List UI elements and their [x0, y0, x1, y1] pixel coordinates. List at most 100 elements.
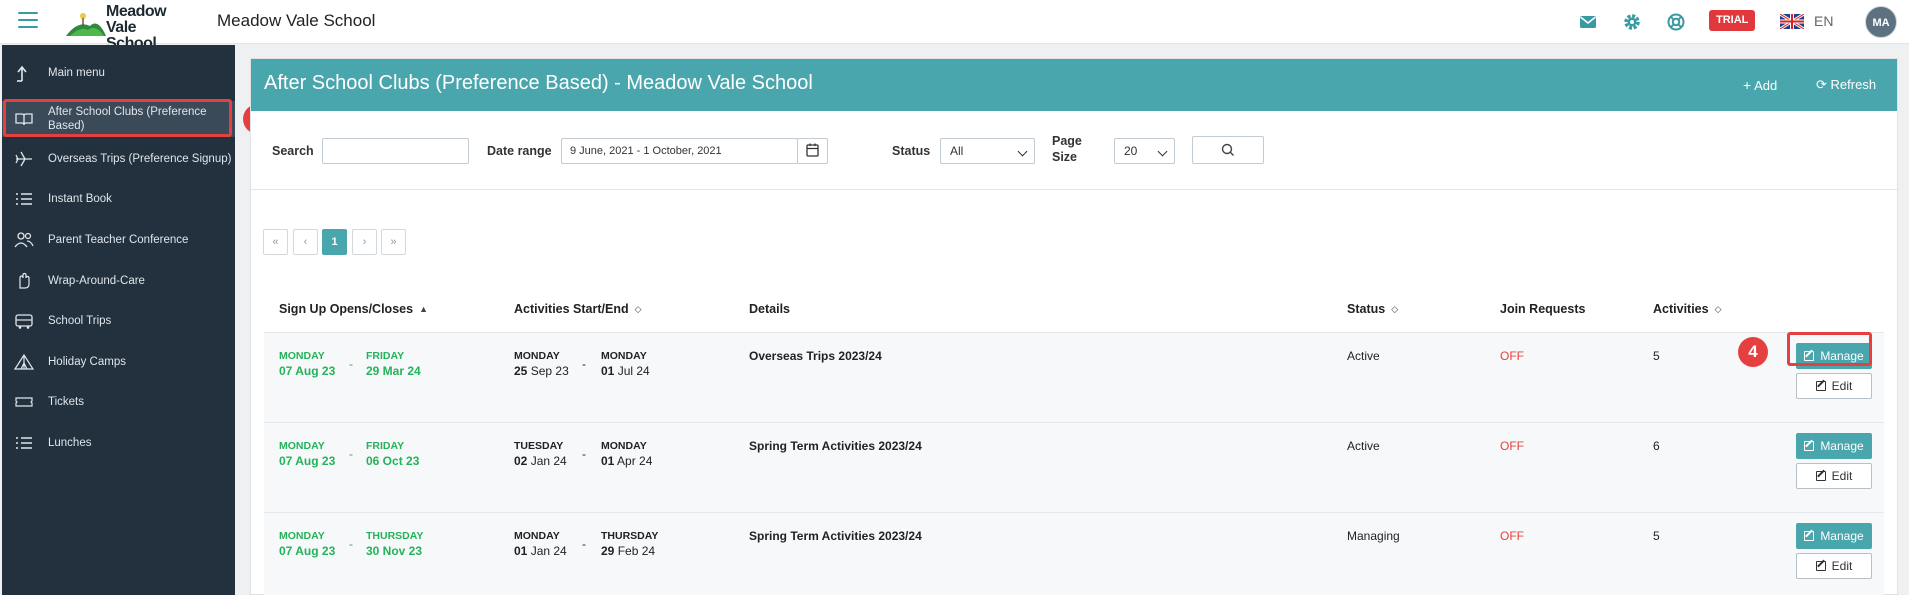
plane-icon	[15, 151, 32, 167]
sidebar-item-holiday-camps[interactable]: Holiday Camps	[2, 344, 235, 380]
refresh-icon: ⟳	[1816, 77, 1827, 92]
sort-asc-icon: ▲	[419, 304, 428, 314]
row-status: Active	[1347, 439, 1380, 453]
signup-close-date: THURSDAY 30 Nov 23	[366, 530, 424, 558]
column-header-signup[interactable]: Sign Up Opens/Closes ▲	[279, 302, 428, 316]
signup-close-date: FRIDAY 29 Mar 24	[366, 350, 421, 378]
page-1-button[interactable]: 1	[322, 229, 347, 255]
signup-open-date: MONDAY 07 Aug 23	[279, 350, 336, 378]
arrow-up-icon	[17, 65, 27, 82]
column-header-join-requests: Join Requests	[1500, 302, 1586, 316]
hamburger-menu-icon[interactable]	[18, 12, 38, 28]
hand-icon	[19, 272, 30, 289]
row-details[interactable]: Spring Term Activities 2023/24	[749, 439, 922, 453]
language-selector[interactable]: EN	[1814, 13, 1833, 29]
sidebar-item-lunches[interactable]: Lunches	[2, 425, 235, 461]
activity-start-date: MONDAY 25 Sep 23	[514, 350, 569, 378]
date-range-label: Date range	[487, 144, 552, 158]
row-join-requests: OFF	[1500, 529, 1524, 543]
gear-icon[interactable]	[1622, 12, 1642, 32]
edit-icon	[1804, 441, 1815, 451]
page-size-select[interactable]: 20	[1114, 138, 1175, 164]
date-separator: -	[582, 447, 586, 461]
column-header-status[interactable]: Status ◇	[1347, 302, 1398, 316]
top-bar: Meadow Vale School Meadow Vale School TR…	[0, 0, 1909, 52]
page-title: Meadow Vale School	[217, 11, 376, 30]
search-label: Search	[272, 144, 314, 158]
sidebar-item-main-menu[interactable]: Main menu	[2, 55, 235, 91]
trial-badge[interactable]: TRIAL	[1709, 10, 1756, 31]
mail-icon[interactable]	[1578, 12, 1598, 32]
sidebar-item-wrap-around-care[interactable]: Wrap-Around-Care	[2, 263, 235, 299]
status-label: Status	[892, 144, 931, 158]
edit-button[interactable]: Edit	[1796, 463, 1872, 489]
row-details[interactable]: Spring Term Activities 2023/24	[749, 529, 922, 543]
activity-end-date: MONDAY 01 Jul 24	[601, 350, 650, 378]
row-status: Managing	[1347, 529, 1400, 543]
edit-icon	[1815, 561, 1826, 571]
sort-icon: ◇	[1391, 304, 1399, 314]
prev-page-button[interactable]: ‹	[293, 229, 318, 255]
last-page-button[interactable]: »	[381, 229, 406, 255]
tent-icon	[14, 353, 34, 370]
table-row: MONDAY 07 Aug 23 - THURSDAY 30 Nov 23 MOND…	[264, 513, 1884, 595]
row-join-requests: OFF	[1500, 439, 1524, 453]
manage-button[interactable]: Manage	[1796, 523, 1872, 549]
column-header-details: Details	[749, 302, 790, 316]
avatar[interactable]: MA	[1865, 6, 1897, 38]
edit-button[interactable]: Edit	[1796, 553, 1872, 579]
edit-icon	[1815, 471, 1826, 481]
sidebar-item-overseas-trips[interactable]: Overseas Trips (Preference Signup)	[2, 141, 235, 177]
sort-icon: ◇	[1714, 304, 1722, 314]
activity-start-date: TUESDAY 02 Jan 24	[514, 440, 567, 468]
signup-close-date: FRIDAY 06 Oct 23	[366, 440, 420, 468]
sidebar-item-tickets[interactable]: Tickets	[2, 384, 235, 420]
main-panel: After School Clubs (Preference Based) - …	[250, 58, 1898, 595]
school-logo[interactable]: Meadow Vale School	[66, 4, 186, 52]
edit-icon	[1804, 531, 1815, 541]
sidebar-item-school-trips[interactable]: School Trips	[2, 303, 235, 339]
uk-flag-icon[interactable]	[1780, 14, 1804, 29]
highlight-box-step-3	[3, 99, 232, 137]
table-row: MONDAY 07 Aug 23 - FRIDAY 06 Oct 23 TUESDA…	[264, 423, 1884, 513]
add-button[interactable]: + Add	[1743, 77, 1777, 93]
plus-icon: +	[1743, 77, 1752, 93]
row-status: Active	[1347, 349, 1380, 363]
sort-icon: ◇	[634, 304, 642, 314]
calendar-button[interactable]	[797, 138, 828, 164]
column-header-activities[interactable]: Activities ◇	[1653, 302, 1722, 316]
sidebar-item-parent-teacher-conference[interactable]: Parent Teacher Conference	[2, 222, 235, 258]
column-header-activities-dates[interactable]: Activities Start/End ◇	[514, 302, 642, 316]
lifebuoy-icon[interactable]	[1666, 12, 1686, 32]
panel-header: After School Clubs (Preference Based) - …	[251, 59, 1897, 111]
search-input[interactable]	[322, 138, 469, 164]
manage-button[interactable]: Manage	[1796, 433, 1872, 459]
school-crest-icon	[66, 13, 106, 36]
first-page-button[interactable]: «	[263, 229, 288, 255]
sidebar-item-instant-book[interactable]: Instant Book	[2, 181, 235, 217]
people-icon	[14, 232, 34, 248]
date-separator: -	[582, 357, 586, 371]
edit-icon	[1815, 381, 1826, 391]
row-join-requests: OFF	[1500, 349, 1524, 363]
list-icon	[16, 437, 32, 449]
activity-end-date: THURSDAY 29 Feb 24	[601, 530, 659, 558]
panel-title: After School Clubs (Preference Based) - …	[264, 72, 813, 94]
row-activities-count: 6	[1653, 439, 1660, 453]
date-separator: -	[349, 537, 353, 551]
ticket-icon	[15, 397, 33, 407]
highlight-box-step-4	[1787, 332, 1872, 366]
row-details[interactable]: Overseas Trips 2023/24	[749, 349, 882, 363]
refresh-button[interactable]: ⟳ Refresh	[1816, 77, 1876, 93]
next-page-button[interactable]: ›	[352, 229, 377, 255]
signup-open-date: MONDAY 07 Aug 23	[279, 440, 336, 468]
date-separator: -	[582, 537, 586, 551]
bus-icon	[15, 314, 33, 329]
calendar-icon	[806, 143, 819, 157]
row-activities-count: 5	[1653, 529, 1660, 543]
date-range-input[interactable]: 9 June, 2021 - 1 October, 2021	[561, 138, 798, 164]
edit-button[interactable]: Edit	[1796, 373, 1872, 399]
search-button[interactable]	[1192, 136, 1264, 164]
signup-open-date: MONDAY 07 Aug 23	[279, 530, 336, 558]
status-select[interactable]: All	[940, 138, 1035, 164]
